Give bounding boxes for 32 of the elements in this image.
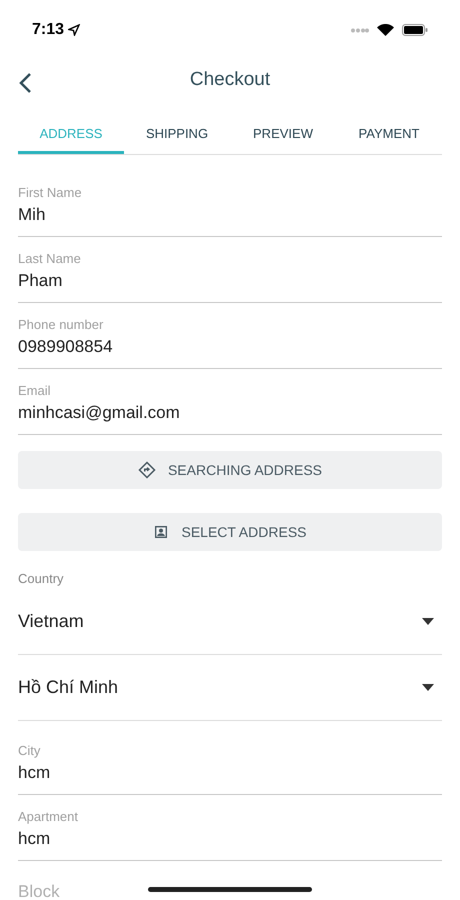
country-dropdown[interactable]: Vietnam (18, 588, 442, 654)
input-field[interactable]: Pham (18, 269, 442, 293)
field-label: Email (18, 382, 52, 400)
location-arrow-icon (68, 24, 80, 36)
dropdown-caret-icon (422, 618, 434, 624)
page-title: Checkout (190, 68, 270, 92)
tab[interactable]: SHIPPING (124, 116, 230, 154)
status-time: 7:13 (32, 20, 64, 40)
input-field[interactable]: 0989908854 (18, 335, 442, 359)
input-field[interactable]: Mih (18, 203, 442, 227)
contact-card-icon (153, 524, 170, 540)
tab[interactable]: PREVIEW (230, 116, 336, 154)
dropdown-caret-icon (422, 684, 434, 690)
back-chevron-icon (18, 72, 32, 94)
input-field[interactable]: Block (18, 878, 442, 900)
input-field[interactable]: hcm (18, 826, 442, 850)
field-label: Country (18, 570, 65, 588)
tab[interactable]: PAYMENT (336, 116, 442, 154)
wifi-icon (377, 24, 394, 36)
directions-icon (138, 461, 156, 479)
address-button[interactable]: SELECT ADDRESS (18, 513, 442, 551)
field-label: Apartment (18, 808, 79, 826)
input-field[interactable]: hcm (18, 760, 442, 784)
field-label: Phone number (18, 316, 104, 334)
signal-icon (351, 28, 369, 32)
battery-icon (402, 24, 428, 36)
field-label: First Name (18, 184, 83, 202)
input-field[interactable]: minhcasi@gmail.com (18, 401, 442, 425)
field-label: City (18, 742, 42, 760)
field-label: Last Name (18, 250, 82, 268)
province-dropdown[interactable]: Hồ Chí Minh (18, 654, 442, 720)
address-button[interactable]: SEARCHING ADDRESS (18, 451, 442, 489)
